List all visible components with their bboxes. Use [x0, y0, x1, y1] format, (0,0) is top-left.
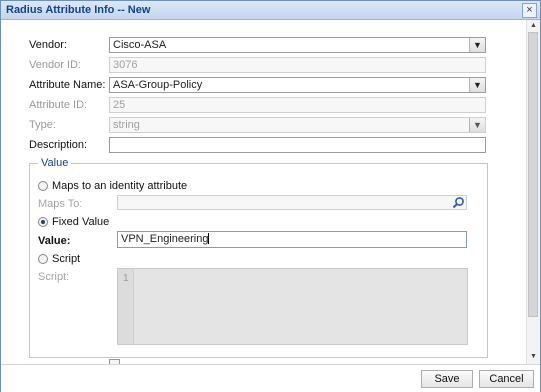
type-label: Type: [29, 119, 56, 131]
script-editor: 1 [117, 268, 468, 345]
scrollbar-thumb[interactable] [528, 32, 538, 317]
attribute-id-label: Attribute ID: [29, 99, 88, 111]
search-icon[interactable] [452, 196, 465, 209]
dialog-title: Radius Attribute Info -- New [6, 4, 151, 16]
script-radio[interactable] [38, 254, 48, 264]
attribute-name-label: Attribute Name: [29, 79, 106, 91]
type-select: string ▼ [109, 117, 486, 133]
fixed-value-input[interactable]: VPN_Engineering [117, 231, 467, 248]
maps-to-label: Maps To: [38, 198, 83, 210]
script-field-label: Script: [38, 271, 70, 283]
dialog-footer: Save Cancel [1, 364, 540, 392]
value-group-legend: Value [38, 157, 72, 169]
description-input[interactable] [109, 137, 486, 153]
vendor-value: Cisco-ASA [113, 39, 167, 51]
fixed-value-text: VPN_Engineering [121, 233, 209, 245]
attribute-id-field: 25 [109, 97, 486, 113]
dialog-titlebar[interactable]: Radius Attribute Info -- New × [1, 1, 540, 20]
attribute-name-select[interactable]: ASA-Group-Policy ▼ [109, 77, 486, 93]
radius-attribute-dialog: Radius Attribute Info -- New × Vendor: C… [0, 0, 541, 392]
maps-to-identity-radio[interactable] [38, 181, 48, 191]
vertical-scrollbar[interactable]: ▲ ▼ [526, 20, 540, 364]
scroll-down-icon[interactable]: ▼ [527, 352, 540, 362]
maps-to-identity-label[interactable]: Maps to an identity attribute [52, 180, 187, 192]
description-label: Description: [29, 139, 88, 151]
value-label: Value: [38, 235, 71, 247]
cancel-button[interactable]: Cancel [479, 370, 534, 388]
fixed-value-label[interactable]: Fixed Value [52, 216, 109, 228]
vendor-select[interactable]: Cisco-ASA ▼ [109, 37, 486, 53]
value-group: Value Maps to an identity attribute Maps… [29, 157, 488, 358]
script-gutter: 1 [118, 269, 134, 344]
chevron-down-icon[interactable]: ▼ [469, 38, 485, 52]
maps-to-input [117, 195, 467, 210]
vendor-id-label: Vendor ID: [29, 59, 81, 71]
vendor-id-value: 3076 [113, 59, 138, 71]
attribute-id-value: 25 [113, 99, 126, 111]
attribute-name-value: ASA-Group-Policy [113, 79, 203, 91]
vendor-label: Vendor: [29, 39, 67, 51]
chevron-down-icon: ▼ [469, 118, 485, 132]
close-icon[interactable]: × [522, 3, 537, 18]
script-label[interactable]: Script [52, 253, 80, 265]
script-line-number: 1 [123, 273, 129, 284]
type-value: string [113, 119, 140, 131]
dialog-body: Vendor: Cisco-ASA ▼ Vendor ID: 3076 Attr… [1, 20, 525, 364]
chevron-down-icon[interactable]: ▼ [469, 78, 485, 92]
text-cursor [208, 233, 210, 244]
scroll-up-icon[interactable]: ▲ [527, 21, 540, 31]
save-button[interactable]: Save [421, 370, 473, 388]
fixed-value-radio[interactable] [38, 217, 48, 227]
vendor-id-field: 3076 [109, 57, 486, 73]
